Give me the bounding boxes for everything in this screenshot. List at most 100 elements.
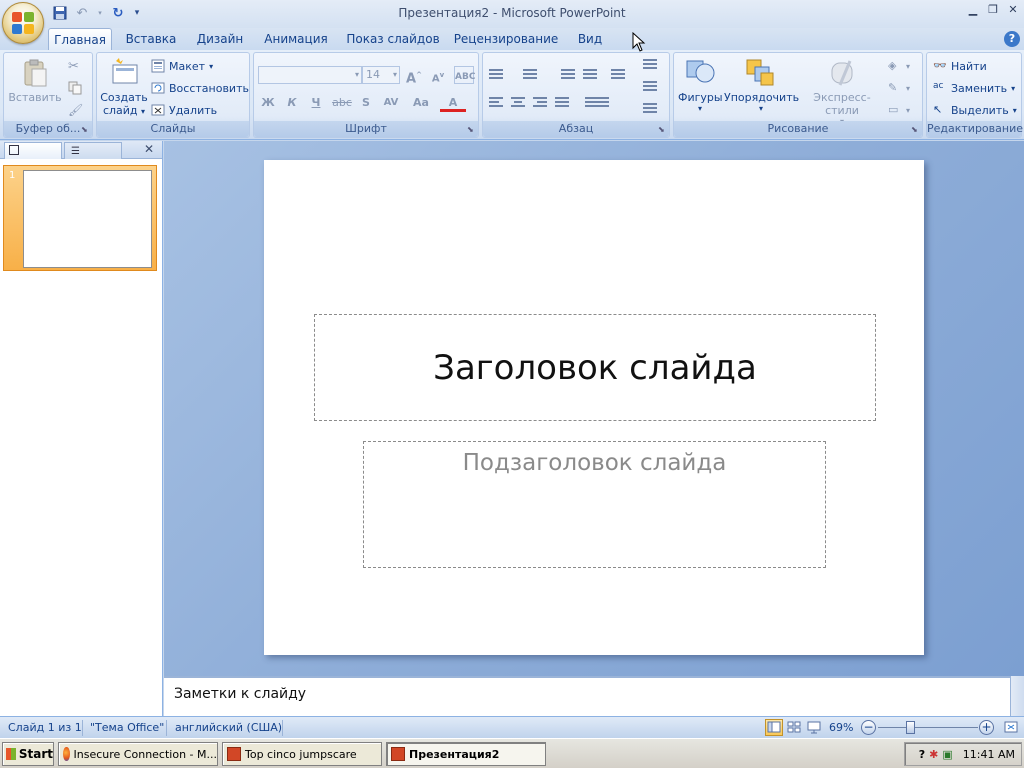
help-tray-icon[interactable]: ? [919, 748, 925, 761]
font-size-combo[interactable]: 14 ▾ [362, 66, 400, 84]
text-direction-icon[interactable] [641, 57, 659, 73]
group-label-paragraph: Абзац [483, 121, 669, 137]
arrange-button[interactable]: Упорядочить ▾ [724, 57, 799, 113]
status-separator [282, 720, 283, 736]
zoom-out-icon[interactable]: − [861, 720, 876, 735]
taskbar-item-firefox[interactable]: Insecure Connection - M... [58, 742, 218, 766]
zoom-slider-thumb[interactable] [906, 721, 915, 734]
select-button[interactable]: ↖ Выделить ▾ [933, 101, 1017, 119]
font-name-combo[interactable]: ▾ [258, 66, 362, 84]
slideshow-view-button[interactable] [805, 719, 823, 736]
shape-effects-button[interactable]: ▭ ▾ [888, 101, 910, 119]
group-editing: 👓 Найти ac Заменить ▾ ↖ Выделить ▾ Редакти… [926, 52, 1023, 138]
notes-scrollbar[interactable] [1010, 676, 1024, 716]
arrange-dropdown-icon: ▾ [758, 104, 763, 113]
close-icon[interactable]: ✕ [1006, 2, 1020, 16]
justify-icon[interactable] [553, 95, 571, 111]
group-label-drawing: Рисование [674, 121, 922, 137]
bold-button[interactable]: Ж [258, 94, 278, 112]
start-button[interactable]: Start [2, 742, 54, 766]
slide-thumbnail-selected[interactable]: 1 [3, 165, 157, 271]
tab-outline[interactable]: ☰ [64, 142, 122, 159]
shapes-button[interactable]: Фигуры ▾ [678, 57, 723, 113]
network-tray-icon[interactable]: ▣ [942, 748, 952, 761]
zoom-slider-track[interactable] [878, 727, 978, 728]
brush-icon: 🖌 [68, 103, 84, 117]
strikethrough-button[interactable]: abc [330, 94, 354, 112]
char-spacing-button[interactable]: AV [378, 94, 404, 112]
reset-button[interactable]: Восстановить [151, 79, 249, 97]
help-icon[interactable]: ? [1004, 31, 1020, 47]
decrease-indent-icon[interactable] [559, 67, 577, 83]
shapes-icon [684, 57, 716, 89]
shadow-button[interactable]: S [356, 94, 376, 112]
delete-slide-button[interactable]: Удалить [151, 101, 217, 119]
font-color-button[interactable]: A [440, 94, 466, 112]
tab-slides-thumbnails[interactable] [4, 142, 62, 159]
underline-button[interactable]: Ч [306, 94, 326, 112]
notes-pane[interactable]: Заметки к слайду [164, 676, 1010, 716]
tab-view[interactable]: Вид [570, 28, 610, 50]
clear-format-button[interactable]: ABC [454, 66, 475, 84]
slide-sorter-button[interactable] [785, 719, 803, 736]
ribbon: Вставить ✂ 🖌 Буфер об... ⬊ Создать слайд… [0, 50, 1024, 140]
shrink-font-button[interactable]: Av [428, 66, 448, 84]
tab-animation[interactable]: Анимация [258, 28, 334, 50]
italic-button[interactable]: К [282, 94, 302, 112]
close-panel-icon[interactable]: ✕ [144, 142, 154, 156]
minimize-icon[interactable]: ▁ [966, 2, 980, 16]
change-case-button[interactable]: Aa [408, 94, 434, 112]
maximize-icon[interactable]: ❐ [986, 2, 1000, 16]
numbering-icon[interactable] [521, 67, 539, 83]
clock[interactable]: 11:41 AM [963, 748, 1015, 761]
shape-fill-button[interactable]: ◈ ▾ [888, 57, 910, 75]
zoom-in-icon[interactable]: + [979, 720, 994, 735]
slide-canvas[interactable]: Заголовок слайда Подзаголовок слайда [264, 160, 924, 655]
shape-outline-button[interactable]: ✎ ▾ [888, 79, 910, 97]
find-button[interactable]: 👓 Найти [933, 57, 987, 75]
subtitle-placeholder[interactable]: Подзаголовок слайда [363, 441, 826, 568]
smartart-icon[interactable] [641, 101, 659, 117]
grow-font-button[interactable]: A^ [404, 66, 424, 86]
format-painter-button[interactable]: 🖌 [68, 101, 84, 119]
align-text-icon[interactable] [641, 79, 659, 95]
font-launcher-icon[interactable]: ⬊ [467, 125, 476, 134]
tab-home[interactable]: Главная [48, 28, 112, 50]
security-tray-icon[interactable]: ✱ [929, 748, 938, 761]
language-status[interactable]: английский (США) [175, 720, 282, 736]
taskbar-item-ppt-other[interactable]: Top cinco jumpscare [222, 742, 382, 766]
quick-styles-button[interactable]: Экспресс-стили ▾ [800, 57, 884, 126]
taskbar-item-ppt-active[interactable]: Презентация2 [386, 742, 546, 766]
copy-button[interactable] [68, 79, 82, 97]
new-slide-button[interactable]: Создать слайд ▾ [99, 57, 149, 117]
fit-to-window-button[interactable] [1003, 720, 1019, 736]
tab-insert[interactable]: Вставка [120, 28, 182, 50]
align-right-icon[interactable] [531, 95, 549, 111]
clipboard-launcher-icon[interactable]: ⬊ [81, 125, 90, 134]
zoom-level[interactable]: 69% [829, 720, 853, 736]
tab-design[interactable]: Дизайн [190, 28, 250, 50]
tab-review[interactable]: Рецензирование [452, 28, 560, 50]
bullets-icon[interactable] [487, 67, 505, 83]
columns-icon[interactable] [583, 95, 611, 111]
line-spacing-icon[interactable] [609, 67, 627, 83]
shape-fill-dropdown-icon: ▾ [906, 61, 911, 71]
cursor-arrow-icon: ↖ [933, 103, 943, 116]
powerpoint-icon [391, 747, 405, 761]
layout-button[interactable]: Макет ▾ [151, 57, 213, 75]
align-center-icon[interactable] [509, 95, 527, 111]
replace-button[interactable]: ac Заменить ▾ [933, 79, 1015, 97]
paste-icon [19, 57, 51, 89]
align-left-icon[interactable] [487, 95, 505, 111]
cut-button[interactable]: ✂ [68, 57, 82, 75]
normal-view-button[interactable] [765, 719, 783, 736]
theme-status[interactable]: "Тема Office" [90, 720, 164, 736]
paragraph-launcher-icon[interactable]: ⬊ [658, 125, 667, 134]
paste-button[interactable]: Вставить [8, 57, 62, 104]
office-button[interactable] [2, 2, 44, 44]
title-placeholder[interactable]: Заголовок слайда [314, 314, 876, 421]
increase-indent-icon[interactable] [581, 67, 599, 83]
drawing-launcher-icon[interactable]: ⬊ [911, 125, 920, 134]
tab-slideshow[interactable]: Показ слайдов [344, 28, 442, 50]
powerpoint-icon [227, 747, 241, 761]
